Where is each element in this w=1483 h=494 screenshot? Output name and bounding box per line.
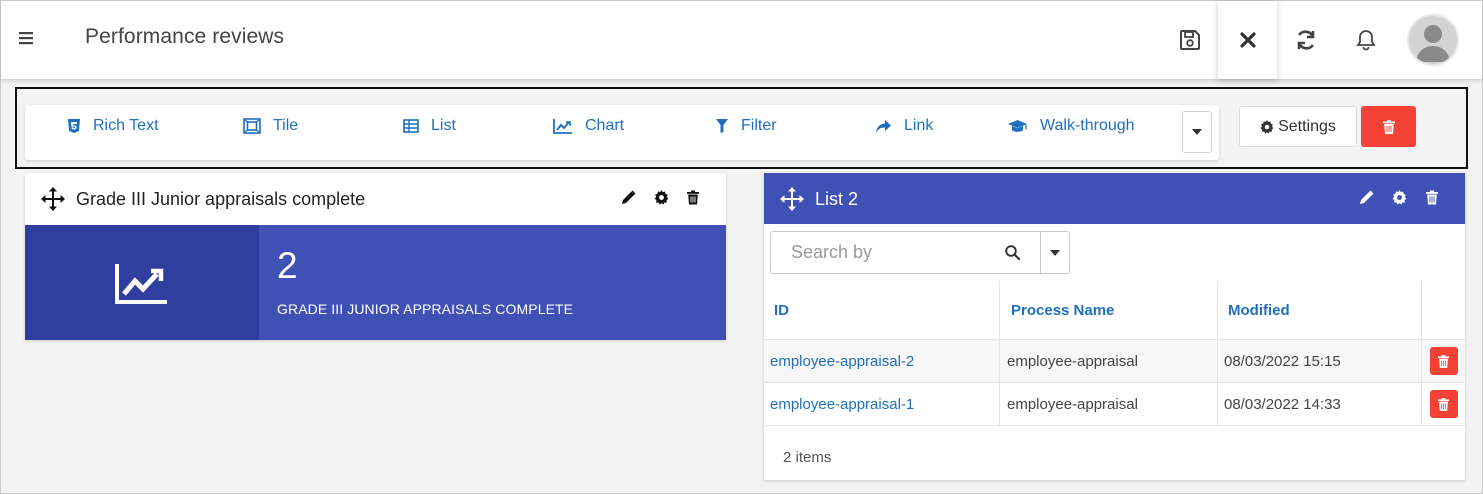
edit-icon[interactable]: [621, 190, 636, 205]
settings-button[interactable]: Settings: [1239, 106, 1357, 147]
tool-chart[interactable]: Chart: [553, 105, 624, 147]
tool-label: List: [431, 117, 456, 134]
close-button[interactable]: [1218, 1, 1277, 79]
column-header-actions: [1422, 281, 1465, 339]
filter-icon: [715, 118, 729, 134]
trash-icon[interactable]: [687, 190, 699, 205]
tool-filter[interactable]: Filter: [715, 105, 777, 147]
tool-label: Rich Text: [93, 117, 159, 134]
delete-row-button[interactable]: [1429, 390, 1458, 418]
list-table: ID Process Name Modified employee-apprai…: [764, 281, 1465, 426]
line-chart-icon: [553, 118, 573, 134]
notifications-button[interactable]: [1337, 1, 1395, 79]
tool-rich-text[interactable]: Rich Text: [67, 105, 159, 147]
table-row: employee-appraisal-2 employee-appraisal …: [764, 340, 1465, 383]
line-chart-icon: [115, 262, 169, 304]
tool-label: Tile: [273, 117, 299, 134]
tile-widget: Grade III Junior appraisals complete 2 G…: [25, 173, 726, 340]
table-row: employee-appraisal-1 employee-appraisal …: [764, 383, 1465, 426]
tool-label: Chart: [585, 117, 625, 134]
tool-link[interactable]: Link: [875, 105, 933, 147]
avatar[interactable]: [1407, 14, 1459, 66]
list-widget: List 2 Search by ID Process Name Modifie…: [764, 173, 1465, 480]
tool-list[interactable]: List: [403, 105, 456, 147]
save-button[interactable]: [1161, 1, 1219, 79]
page-title: Performance reviews: [85, 25, 285, 48]
column-header-process-name[interactable]: Process Name: [1000, 281, 1218, 339]
share-arrow-icon: [875, 119, 892, 134]
tile-icon: [243, 118, 261, 134]
delete-dashboard-button[interactable]: [1361, 106, 1416, 147]
refresh-icon: [1295, 29, 1317, 51]
tool-tile[interactable]: Tile: [243, 105, 298, 147]
search-options-dropdown[interactable]: [1040, 231, 1070, 274]
edit-icon[interactable]: [1359, 190, 1374, 205]
tile-body: 2 GRADE III JUNIOR APPRAISALS COMPLETE: [25, 225, 726, 340]
tile-widget-title: Grade III Junior appraisals complete: [76, 189, 366, 209]
trash-icon: [1438, 354, 1449, 368]
gear-icon[interactable]: [1392, 190, 1407, 205]
trash-icon: [1438, 397, 1449, 411]
save-icon: [1179, 29, 1201, 51]
row-process-name: employee-appraisal: [1007, 352, 1138, 370]
table-header-row: ID Process Name Modified: [764, 281, 1465, 340]
row-modified: 08/03/2022 14:33: [1224, 395, 1341, 413]
app-header: Performance reviews: [1, 1, 1482, 80]
trash-icon: [1382, 119, 1395, 134]
search-input[interactable]: [771, 232, 1001, 273]
gear-icon: [1260, 119, 1274, 134]
caret-down-icon: [1192, 129, 1202, 135]
settings-label: Settings: [1278, 117, 1336, 135]
move-icon[interactable]: [41, 187, 65, 211]
trash-icon[interactable]: [1426, 190, 1438, 205]
row-process-name: employee-appraisal: [1007, 395, 1138, 413]
refresh-button[interactable]: [1277, 1, 1335, 79]
list-widget-title: List 2: [815, 189, 859, 209]
column-header-modified[interactable]: Modified: [1218, 281, 1422, 339]
gear-icon[interactable]: [654, 190, 669, 205]
bell-icon: [1356, 29, 1376, 51]
move-icon[interactable]: [780, 187, 804, 211]
close-icon: [1239, 32, 1256, 48]
list-widget-header: List 2: [764, 173, 1465, 224]
column-header-id[interactable]: ID: [764, 281, 1000, 339]
row-modified: 08/03/2022 15:15: [1224, 352, 1341, 370]
tool-label: Walk-through: [1040, 117, 1135, 134]
row-id-link[interactable]: employee-appraisal-1: [770, 396, 914, 413]
tile-caption: GRADE III JUNIOR APPRAISALS COMPLETE: [277, 301, 574, 317]
search-icon[interactable]: [1005, 245, 1020, 260]
caret-down-icon: [1050, 249, 1060, 256]
row-id-link[interactable]: employee-appraisal-2: [770, 353, 914, 370]
search-field: [770, 231, 1041, 274]
delete-row-button[interactable]: [1429, 347, 1458, 375]
tool-label: Link: [904, 117, 934, 134]
item-count: 2 items: [783, 449, 832, 466]
more-tools-dropdown[interactable]: [1182, 111, 1212, 153]
tool-walk-through[interactable]: Walk-through: [1007, 105, 1135, 147]
tool-label: Filter: [741, 117, 777, 134]
graduation-cap-icon: [1007, 119, 1028, 134]
table-icon: [403, 119, 419, 133]
widget-toolbar: Rich Text Tile List Chart Filter Link Wa…: [25, 105, 1219, 160]
tile-value: 2: [277, 245, 298, 286]
tile-icon-box: [25, 225, 259, 340]
menu-icon[interactable]: [18, 30, 36, 46]
html5-icon: [67, 118, 81, 134]
tile-widget-header: Grade III Junior appraisals complete: [25, 173, 726, 225]
